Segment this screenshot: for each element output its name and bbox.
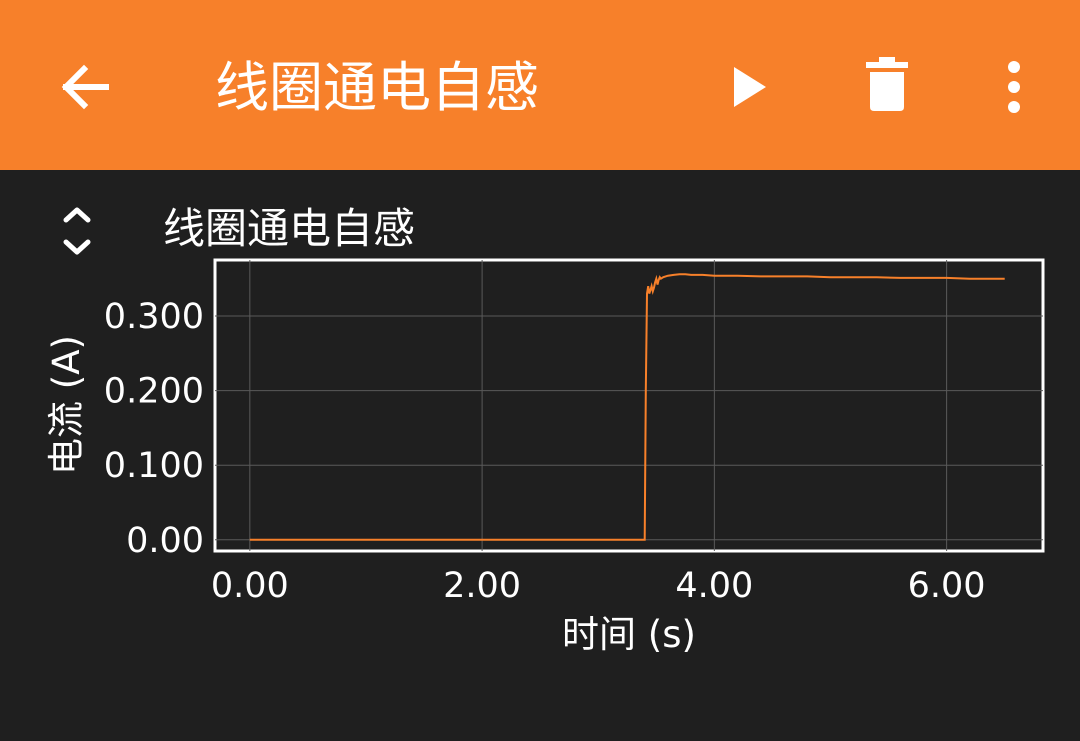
y-axis-label: 电流 (A) (45, 335, 88, 475)
delete-button[interactable] (846, 45, 926, 125)
play-button[interactable] (708, 45, 788, 125)
x-tick-labels: 0.00 2.00 4.00 6.00 (211, 566, 986, 606)
app-bar: 线圈通电自感 (0, 0, 1080, 170)
y-tick-label: 0.200 (104, 372, 204, 412)
y-tick-label: 0.00 (126, 521, 204, 561)
x-tick-label: 0.00 (211, 566, 289, 606)
y-tick-labels: 0.00 0.100 0.200 0.300 (104, 297, 204, 561)
x-tick-label: 6.00 (908, 566, 986, 606)
trash-icon (866, 57, 908, 111)
current-series-line (249, 273, 1005, 541)
arrow-back-icon (61, 64, 109, 110)
x-tick-label: 4.00 (675, 566, 753, 606)
x-axis-label: 时间 (s) (562, 613, 696, 656)
y-tick-label: 0.300 (104, 297, 204, 337)
grid (215, 260, 1043, 551)
play-icon (734, 67, 766, 107)
app-title: 线圈通电自感 (215, 56, 539, 119)
x-tick-label: 2.00 (443, 566, 521, 606)
y-tick-label: 0.100 (104, 446, 204, 486)
more-vertical-icon (1008, 61, 1020, 113)
current-time-chart: 0.00 2.00 4.00 6.00 0.00 0.100 0.200 0.300 时间 … (45, 258, 1045, 656)
back-button[interactable] (44, 45, 124, 125)
more-options-button[interactable] (974, 45, 1054, 125)
plot-frame (213, 258, 1045, 553)
